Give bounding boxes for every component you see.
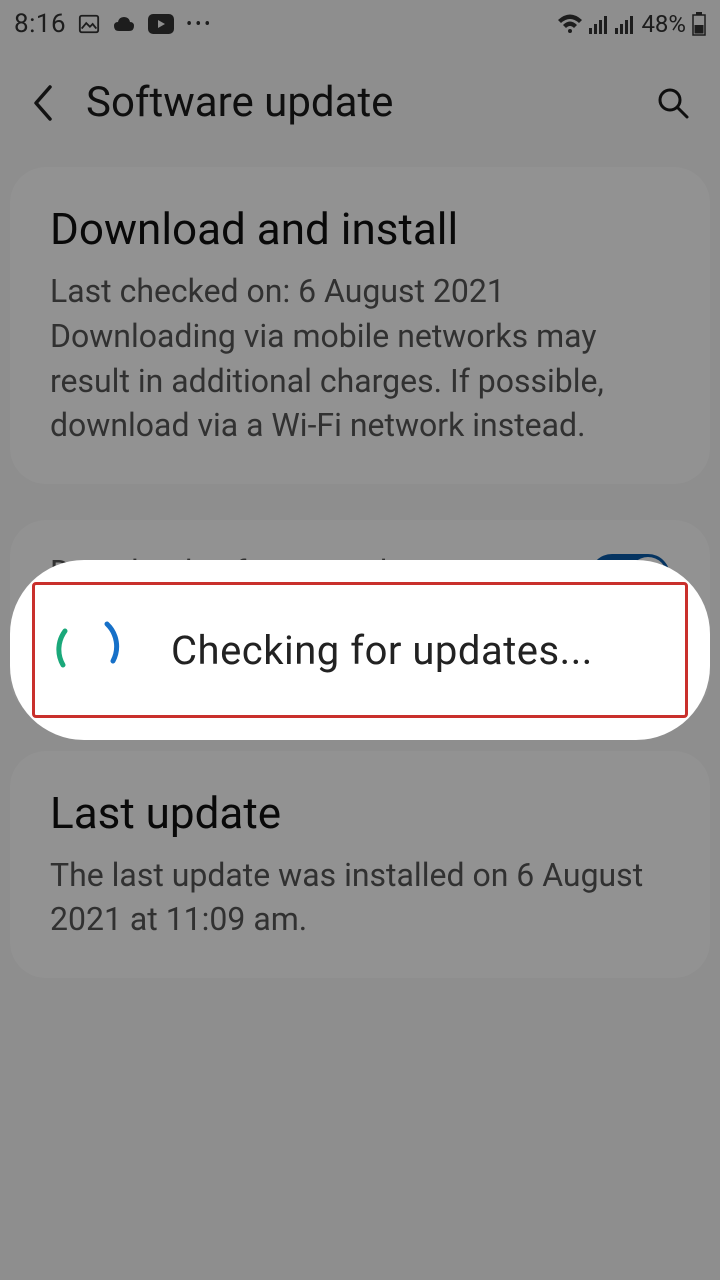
spinner-icon — [49, 609, 131, 691]
checking-dialog: Checking for updates... — [10, 560, 710, 740]
dialog-message: Checking for updates... — [171, 627, 593, 674]
modal-overlay: Checking for updates... — [0, 0, 720, 1280]
